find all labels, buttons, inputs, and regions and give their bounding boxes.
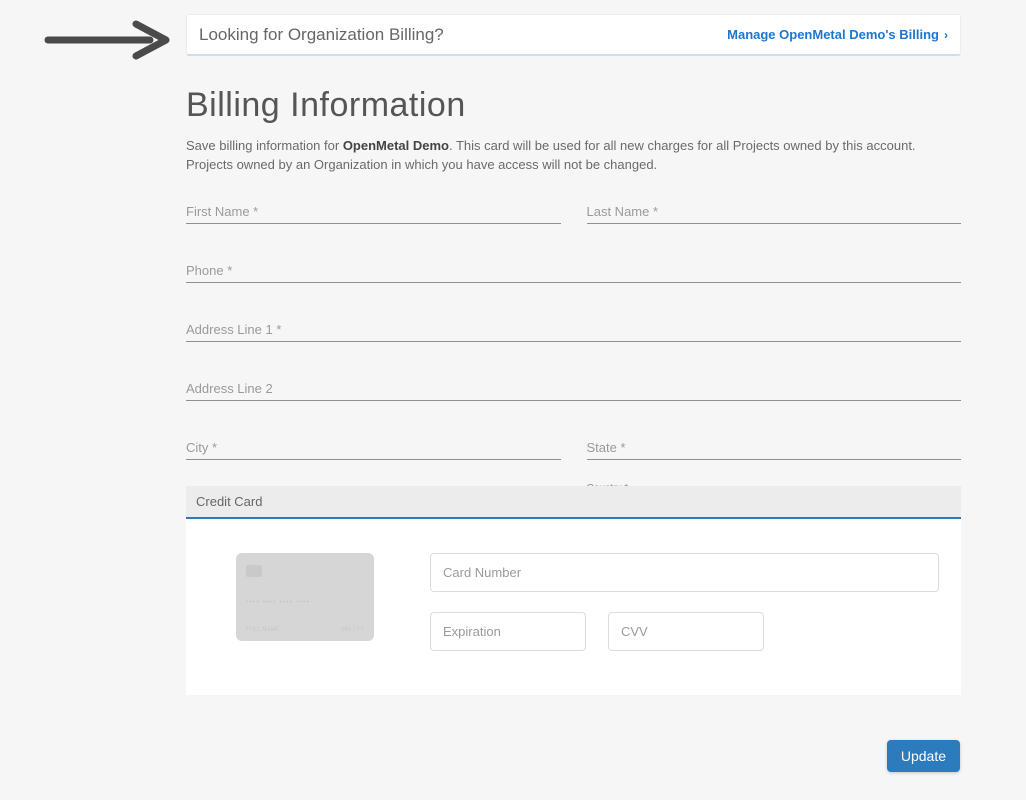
page-title: Billing Information xyxy=(186,86,961,125)
manage-org-billing-label: Manage OpenMetal Demo's Billing xyxy=(727,27,939,42)
expiration-field[interactable] xyxy=(430,612,586,651)
credit-card-panel: Credit Card •••• •••• •••• •••• FULL NAM… xyxy=(186,486,961,695)
pointer-arrow xyxy=(44,20,174,60)
banner-title: Looking for Organization Billing? xyxy=(199,25,444,45)
org-name: OpenMetal Demo xyxy=(343,138,449,153)
cvv-field[interactable] xyxy=(608,612,764,651)
last-name-field[interactable] xyxy=(587,201,962,224)
card-number-field[interactable] xyxy=(430,553,939,592)
address2-field[interactable] xyxy=(186,378,961,401)
city-field[interactable] xyxy=(186,437,561,460)
address1-field[interactable] xyxy=(186,319,961,342)
credit-card-header: Credit Card xyxy=(186,486,961,519)
billing-form-section: Billing Information Save billing informa… xyxy=(186,86,961,555)
phone-field[interactable] xyxy=(186,260,961,283)
page-description: Save billing information for OpenMetal D… xyxy=(186,137,961,175)
first-name-field[interactable] xyxy=(186,201,561,224)
credit-card-preview-icon: •••• •••• •••• •••• FULL NAME MM / YY xyxy=(236,553,374,641)
update-button[interactable]: Update xyxy=(887,740,960,772)
state-field[interactable] xyxy=(587,437,962,460)
manage-org-billing-link[interactable]: Manage OpenMetal Demo's Billing › xyxy=(727,27,948,42)
org-billing-banner: Looking for Organization Billing? Manage… xyxy=(186,14,961,56)
chevron-right-icon: › xyxy=(944,28,948,42)
